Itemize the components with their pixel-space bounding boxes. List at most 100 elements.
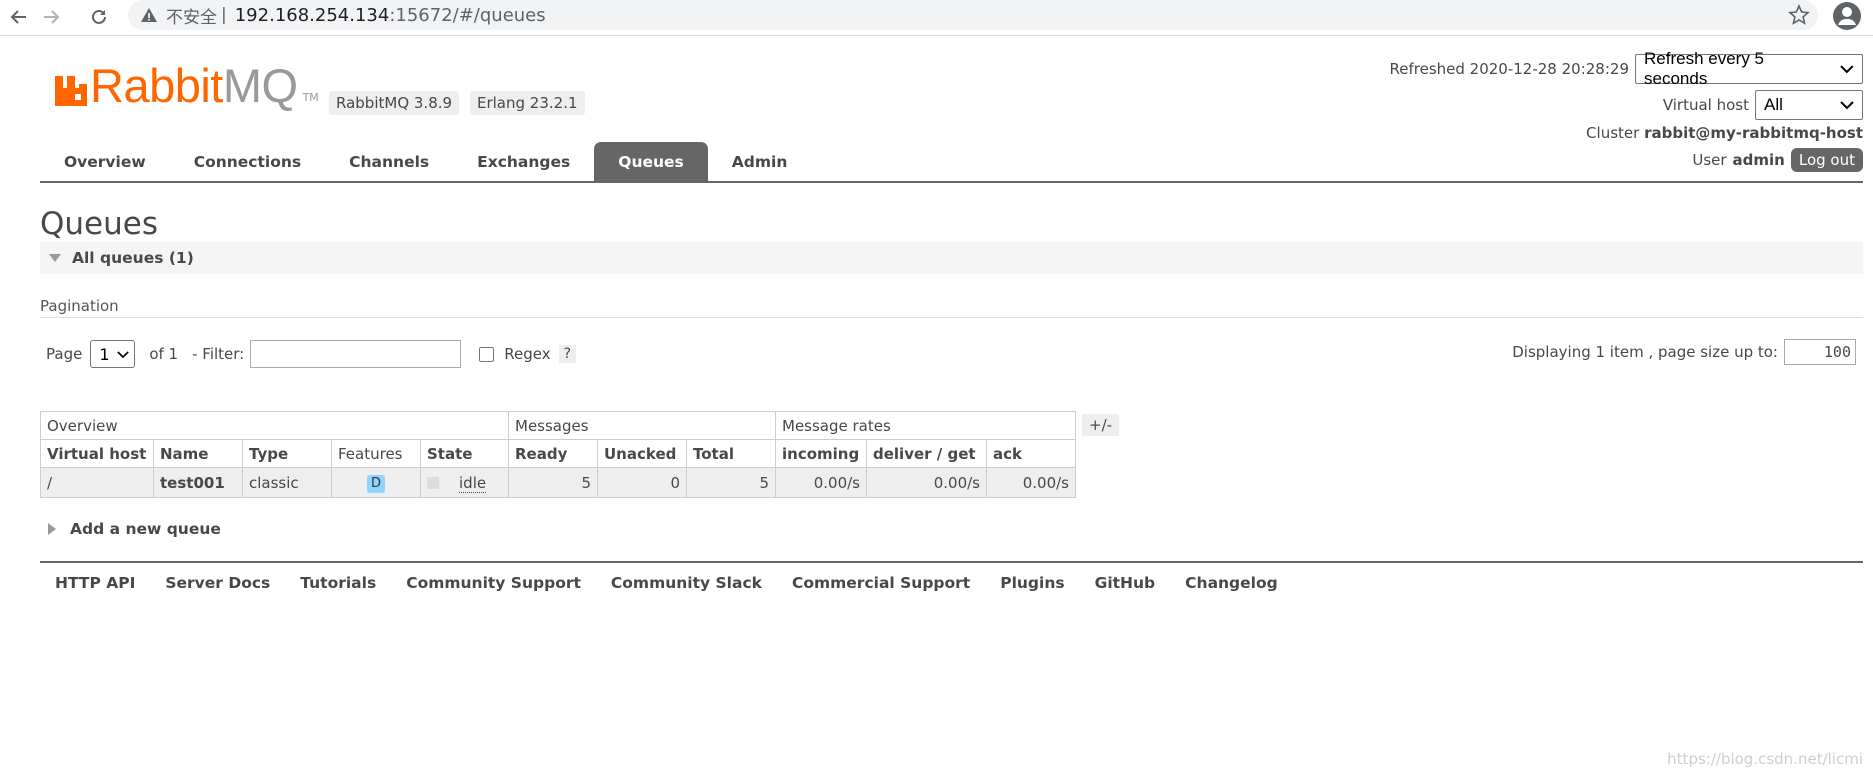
watermark: https://blog.csdn.net/licmi [1667, 750, 1863, 768]
col-state[interactable]: State [420, 439, 509, 468]
cell-type: classic [242, 467, 332, 498]
cell-deliver-get: 0.00/s [866, 467, 987, 498]
state-indicator-icon [427, 477, 439, 489]
tab-exchanges[interactable]: Exchanges [453, 142, 594, 182]
state-label: idle [459, 473, 487, 493]
brand-tm: TM [302, 91, 319, 104]
tabs-divider [40, 181, 1863, 183]
arrow-left-icon [10, 10, 26, 24]
brand-mq: MQ [222, 59, 298, 112]
tab-channels[interactable]: Channels [325, 142, 453, 182]
main-tabs: Overview Connections Channels Exchanges … [40, 142, 811, 182]
back-button[interactable] [4, 2, 34, 32]
tab-admin[interactable]: Admin [708, 142, 812, 182]
footer-link-http-api[interactable]: HTTP API [55, 574, 135, 592]
regex-option: Regex ? [479, 345, 577, 363]
footer-link-github[interactable]: GitHub [1095, 574, 1156, 592]
footer-link-plugins[interactable]: Plugins [1000, 574, 1064, 592]
page-label: Page [46, 345, 83, 363]
tab-overview[interactable]: Overview [40, 142, 170, 182]
group-overview: Overview [40, 411, 509, 440]
col-features: Features [331, 439, 421, 468]
brand-rabbit: Rabbit [90, 59, 223, 112]
cluster-name: rabbit@my-rabbitmq-host [1644, 124, 1863, 142]
group-messages: Messages [508, 411, 776, 440]
footer-link-community-support[interactable]: Community Support [406, 574, 581, 592]
col-incoming[interactable]: incoming [775, 439, 867, 468]
forward-button[interactable] [36, 2, 66, 32]
cell-total: 5 [686, 467, 776, 498]
queues-table: Overview Messages Message rates Virtual … [40, 411, 1076, 498]
logout-button[interactable]: Log out [1790, 148, 1863, 172]
col-unacked[interactable]: Unacked [597, 439, 687, 468]
pagination-label: Pagination [40, 297, 119, 315]
table-row: / test001 classic D idle 5 0 5 0.00/s 0.… [40, 467, 1076, 498]
durable-feature-badge: D [366, 474, 385, 493]
regex-checkbox[interactable] [479, 346, 495, 362]
virtual-host-label: Virtual host [1662, 96, 1749, 114]
col-total[interactable]: Total [686, 439, 776, 468]
warning-icon[interactable] [138, 4, 160, 26]
refresh-interval-value: Refresh every 5 seconds [1644, 49, 1764, 88]
page-size-input[interactable]: 100 [1784, 339, 1856, 365]
footer-link-changelog[interactable]: Changelog [1185, 574, 1278, 592]
regex-help-button[interactable]: ? [558, 345, 577, 363]
table-column-header: Virtual host Name Type Features State Re… [40, 439, 1076, 468]
footer-link-community-slack[interactable]: Community Slack [611, 574, 762, 592]
chevron-down-icon [117, 350, 130, 358]
footer-link-tutorials[interactable]: Tutorials [300, 574, 376, 592]
queue-name-link[interactable]: test001 [153, 467, 243, 498]
displaying-label: Displaying 1 item , page size up to: [1512, 343, 1778, 361]
insecure-label[interactable]: 不安全 [166, 3, 217, 28]
rabbitmq-logo-icon [55, 76, 87, 106]
col-type[interactable]: Type [242, 439, 332, 468]
url-host: 192.168.254.134 [234, 4, 390, 26]
filter-input[interactable] [250, 340, 462, 368]
virtual-host-row: Virtual host All [1663, 90, 1863, 120]
profile-avatar-icon[interactable] [1832, 1, 1862, 31]
pagination-divider [40, 317, 1863, 318]
refresh-interval-select[interactable]: Refresh every 5 seconds [1635, 49, 1863, 88]
user-label: User [1692, 151, 1727, 169]
add-queue-label: Add a new queue [70, 520, 221, 538]
cell-vhost: / [40, 467, 154, 498]
regex-label: Regex [504, 345, 551, 363]
all-queues-section-toggle[interactable]: All queues (1) [40, 242, 1863, 274]
triangle-right-icon [48, 523, 56, 535]
column-toggle-button[interactable]: +/- [1082, 414, 1120, 436]
footer-link-commercial-support[interactable]: Commercial Support [792, 574, 970, 592]
group-message-rates: Message rates [775, 411, 1076, 440]
reload-button[interactable] [84, 2, 114, 32]
page-size-control: Displaying 1 item , page size up to: 100 [1512, 339, 1856, 365]
cell-state: idle [420, 467, 509, 498]
col-ack[interactable]: ack [986, 439, 1076, 468]
cluster-info: Cluster rabbit@my-rabbitmq-host [1586, 124, 1863, 142]
footer-divider [40, 561, 1863, 563]
col-virtual-host[interactable]: Virtual host [40, 439, 154, 468]
table-group-header: Overview Messages Message rates [40, 411, 1076, 440]
address-bar[interactable]: 不安全 | 192.168.254.134:15672/#/queues [128, 0, 1818, 30]
rabbitmq-version-badge: RabbitMQ 3.8.9 [329, 91, 460, 115]
footer-link-server-docs[interactable]: Server Docs [165, 574, 270, 592]
virtual-host-select[interactable]: All [1755, 90, 1863, 120]
cluster-label: Cluster [1586, 124, 1640, 142]
refreshed-label: Refreshed 2020-12-28 20:28:29 [1389, 60, 1629, 78]
all-queues-label: All queues (1) [72, 249, 194, 267]
bookmark-star-icon[interactable] [1788, 3, 1810, 26]
tab-queues[interactable]: Queues [594, 142, 708, 182]
page-select-value: 1 [99, 344, 110, 364]
add-queue-section-toggle[interactable]: Add a new queue [46, 520, 221, 538]
user-info: User admin Log out [1692, 148, 1863, 172]
col-deliver-get[interactable]: deliver / get [866, 439, 987, 468]
virtual-host-value: All [1764, 95, 1783, 114]
url-path: :15672/#/queues [389, 4, 546, 26]
triangle-down-icon [49, 254, 61, 262]
browser-toolbar: 不安全 | 192.168.254.134:15672/#/queues [0, 0, 1873, 36]
cell-features: D [331, 467, 421, 498]
page-select[interactable]: 1 [90, 340, 136, 368]
cell-ack: 0.00/s [986, 467, 1076, 498]
col-ready[interactable]: Ready [508, 439, 598, 468]
col-name[interactable]: Name [153, 439, 243, 468]
tab-connections[interactable]: Connections [170, 142, 325, 182]
user-name: admin [1732, 151, 1785, 169]
